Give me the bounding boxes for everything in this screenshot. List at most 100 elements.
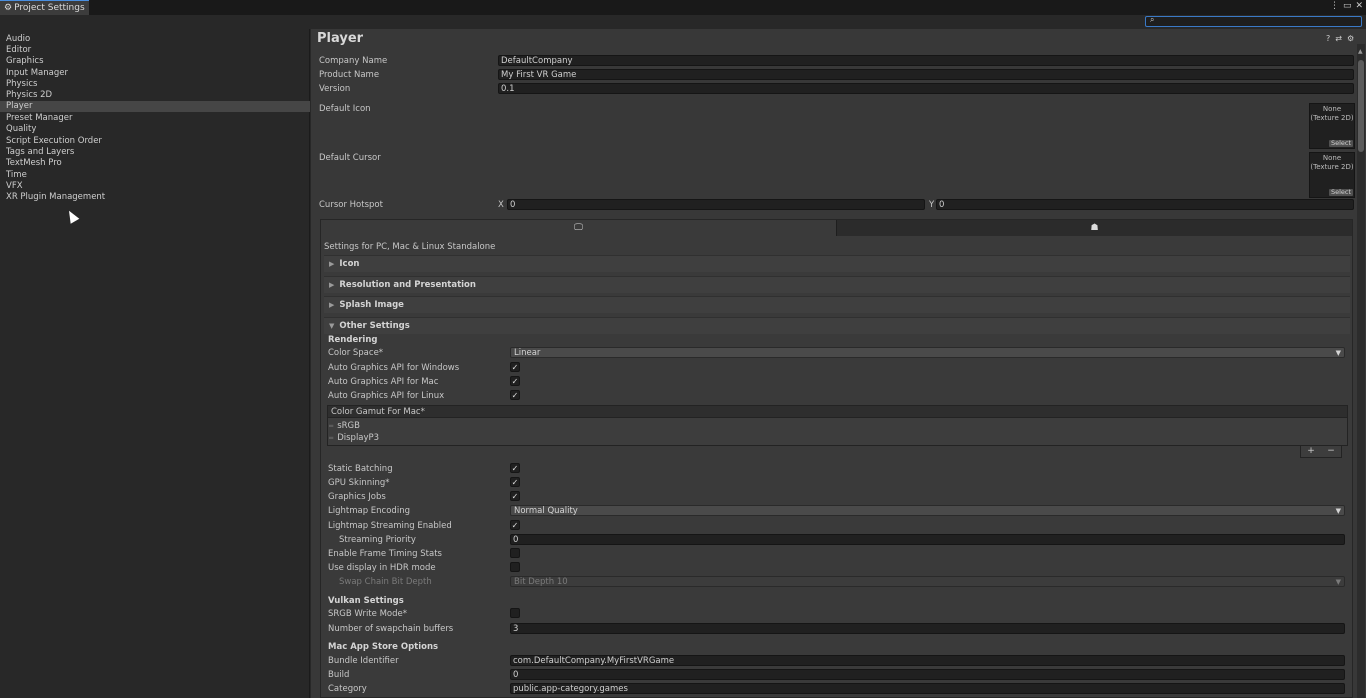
chevron-down-icon: ▼ [1335, 507, 1341, 515]
presets-icon[interactable]: ⇄ [1335, 34, 1342, 43]
swapchain-buffers-field[interactable]: 3 [510, 623, 1345, 634]
more-options-icon[interactable]: ⋮ [1330, 1, 1339, 11]
add-item-button[interactable]: + [1307, 446, 1315, 457]
hdr-mode-checkbox[interactable] [510, 562, 520, 572]
foldout-label: Other Settings [339, 321, 410, 331]
lightmap-streaming-label: Lightmap Streaming Enabled [328, 521, 452, 531]
color-space-dropdown[interactable]: Linear ▼ [510, 347, 1345, 358]
hotspot-y-label: Y [929, 200, 935, 210]
lightmap-encoding-dropdown[interactable]: Normal Quality ▼ [510, 505, 1345, 516]
tab-android[interactable]: ☗ [836, 220, 1352, 236]
texture-type-text: (Texture 2D) [1310, 114, 1354, 122]
vertical-scrollbar[interactable]: ▲ [1357, 44, 1365, 698]
static-batching-label: Static Batching [328, 464, 393, 474]
texture-type-text: (Texture 2D) [1310, 163, 1354, 171]
cursor-hotspot-label: Cursor Hotspot [319, 200, 383, 210]
list-item[interactable]: ═ sRGB [329, 421, 360, 431]
srgb-write-checkbox[interactable] [510, 608, 520, 618]
sidebar-item-preset-manager[interactable]: Preset Manager [0, 113, 310, 124]
android-icon: ☗ [1090, 223, 1099, 233]
foldout-label: Resolution and Presentation [339, 280, 476, 290]
build-field[interactable]: 0 [510, 669, 1345, 680]
sidebar-item-physics-2d[interactable]: Physics 2D [0, 90, 310, 101]
sidebar-item-time[interactable]: Time [0, 170, 310, 181]
sidebar-item-quality[interactable]: Quality [0, 124, 310, 135]
company-name-field[interactable]: DefaultCompany [498, 55, 1354, 66]
search-icon: ⌕ [1150, 15, 1155, 24]
sidebar-item-vfx[interactable]: VFX [0, 181, 310, 192]
chevron-down-icon: ▼ [1335, 349, 1341, 357]
frame-timing-label: Enable Frame Timing Stats [328, 549, 442, 559]
settings-icon[interactable]: ⚙ [1347, 34, 1354, 43]
default-cursor-field[interactable]: None (Texture 2D) Select [1309, 152, 1355, 198]
sidebar-item-tags-and-layers[interactable]: Tags and Layers [0, 147, 310, 158]
texture-none-text: None [1322, 154, 1342, 162]
foldout-other-settings[interactable]: ▼ Other Settings [324, 317, 1350, 334]
sidebar-item-physics[interactable]: Physics [0, 79, 310, 90]
remove-item-button[interactable]: − [1327, 446, 1335, 457]
tab-standalone[interactable]: 🖵 [321, 220, 836, 236]
drag-handle-icon[interactable]: ═ [329, 422, 333, 430]
gpu-skinning-checkbox[interactable]: ✓ [510, 477, 520, 487]
sidebar-item-script-execution-order[interactable]: Script Execution Order [0, 136, 310, 147]
auto-graphics-linux-label: Auto Graphics API for Linux [328, 391, 445, 401]
foldout-resolution[interactable]: ▶ Resolution and Presentation [324, 276, 1350, 293]
chevron-down-icon: ▼ [1335, 578, 1341, 586]
srgb-write-label: SRGB Write Mode* [328, 609, 407, 619]
sidebar-item-audio[interactable]: Audio [0, 34, 310, 45]
drag-handle-icon[interactable]: ═ [329, 434, 333, 442]
graphics-jobs-checkbox[interactable]: ✓ [510, 491, 520, 501]
graphics-jobs-label: Graphics Jobs [328, 492, 386, 502]
expand-arrow-icon: ▶ [329, 260, 335, 268]
default-icon-label: Default Icon [319, 104, 371, 114]
foldout-splash[interactable]: ▶ Splash Image [324, 296, 1350, 313]
list-item[interactable]: ═ DisplayP3 [329, 433, 379, 443]
expand-arrow-icon: ▶ [329, 301, 335, 309]
list-item-label: sRGB [337, 421, 360, 431]
hdr-mode-label: Use display in HDR mode [328, 563, 436, 573]
streaming-priority-field[interactable]: 0 [510, 534, 1345, 545]
gpu-skinning-label: GPU Skinning* [328, 478, 390, 488]
search-input[interactable]: ⌕ [1145, 15, 1362, 27]
sidebar-item-xr-plugin-management[interactable]: XR Plugin Management [0, 192, 310, 203]
expand-arrow-icon: ▶ [329, 281, 335, 289]
list-buttons: + − [1300, 446, 1342, 458]
default-icon-field[interactable]: None (Texture 2D) Select [1309, 103, 1355, 149]
maximize-icon[interactable]: ▭ [1343, 1, 1352, 11]
category-label: Category [328, 684, 367, 694]
sidebar-item-textmesh-pro[interactable]: TextMesh Pro [0, 158, 310, 169]
auto-graphics-windows-checkbox[interactable]: ✓ [510, 362, 520, 372]
version-field[interactable]: 0.1 [498, 83, 1354, 94]
help-icon[interactable]: ? [1326, 34, 1330, 43]
project-settings-tab[interactable]: ⚙ Project Settings [0, 0, 89, 15]
product-name-field[interactable]: My First VR Game [498, 69, 1354, 80]
lightmap-streaming-checkbox[interactable]: ✓ [510, 520, 520, 530]
hotspot-x-label: X [498, 200, 504, 210]
settings-for-label: Settings for PC, Mac & Linux Standalone [324, 242, 496, 252]
color-gamut-header: Color Gamut For Mac* [327, 405, 1348, 418]
vulkan-heading: Vulkan Settings [328, 596, 404, 606]
sidebar-item-graphics[interactable]: Graphics [0, 56, 310, 67]
frame-timing-checkbox[interactable] [510, 548, 520, 558]
monitor-icon: 🖵 [574, 223, 583, 233]
auto-graphics-mac-checkbox[interactable]: ✓ [510, 376, 520, 386]
default-icon-select-button[interactable]: Select [1328, 140, 1353, 147]
static-batching-checkbox[interactable]: ✓ [510, 463, 520, 473]
product-name-label: Product Name [319, 70, 380, 80]
bundle-identifier-field[interactable]: com.DefaultCompany.MyFirstVRGame [510, 655, 1345, 666]
scrollbar-thumb[interactable] [1358, 60, 1364, 152]
auto-graphics-linux-checkbox[interactable]: ✓ [510, 390, 520, 400]
color-gamut-list [327, 418, 1348, 446]
sidebar-item-player[interactable]: Player [0, 101, 310, 112]
close-icon[interactable]: ✕ [1355, 1, 1363, 11]
auto-graphics-windows-label: Auto Graphics API for Windows [328, 363, 460, 373]
default-cursor-select-button[interactable]: Select [1328, 189, 1353, 196]
swapchain-buffers-label: Number of swapchain buffers [328, 624, 454, 634]
hotspot-y-field[interactable]: 0 [936, 199, 1354, 210]
scroll-up-icon[interactable]: ▲ [1358, 48, 1363, 55]
sidebar-item-input-manager[interactable]: Input Manager [0, 68, 310, 79]
sidebar-item-editor[interactable]: Editor [0, 45, 310, 56]
foldout-icon[interactable]: ▶ Icon [324, 255, 1350, 272]
category-field[interactable]: public.app-category.games [510, 683, 1345, 694]
hotspot-x-field[interactable]: 0 [507, 199, 925, 210]
